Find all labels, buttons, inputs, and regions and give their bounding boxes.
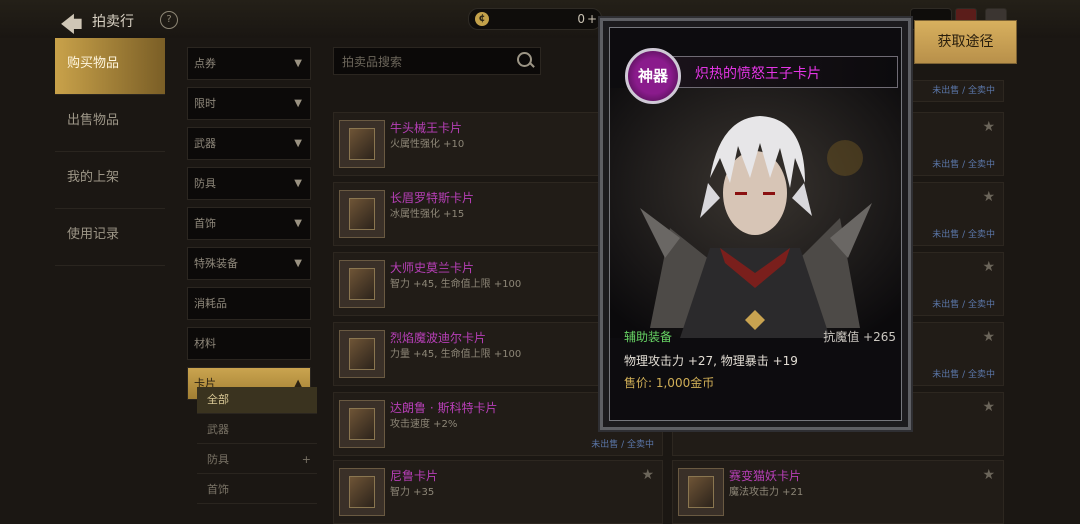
item-desc: 智力 +35 (390, 487, 435, 498)
card-thumbnail (339, 468, 385, 516)
add-gold-icon[interactable]: + (587, 9, 597, 29)
item-name: 烈焰魔波迪尔卡片 (390, 331, 487, 345)
filter-weapon[interactable]: 武器 ▼ (187, 127, 311, 160)
card-thumbnail (678, 468, 724, 516)
item-status: 未出售 / 全卖中 (932, 160, 995, 170)
subfilter-all[interactable]: 全部 (197, 387, 317, 414)
item-name: 赛变猫妖卡片 (729, 469, 802, 483)
card-stats: 物理攻击力 +27, 物理暴击 +19 (624, 354, 798, 368)
filter-armor[interactable]: 防具 ▼ (187, 167, 311, 200)
card-category: 辅助装备 (624, 330, 673, 344)
list-item[interactable]: 尼鲁卡片 智力 +35 ★ (333, 460, 663, 524)
filter-label: 材料 (194, 337, 216, 350)
gold-coin-icon: ¢ (475, 12, 489, 26)
item-status: 未出售 / 全卖中 (932, 230, 995, 240)
category-filters: 点券 ▼ 限时 ▼ 武器 ▼ 防具 ▼ 首饰 ▼ 特殊装备 ▼ 消耗品 材料 卡片 ▲ (187, 47, 311, 407)
auction-house-screen: 🡄 拍卖行 ? ¢ 0 + 购买物品 出售物品 我的上架 使用记录 点券 ▼ 限时… (0, 0, 1080, 524)
item-desc: 火属性强化 +10 (390, 139, 465, 150)
filter-label: 特殊装备 (194, 257, 238, 270)
subfilter-label: 防具 (207, 453, 229, 466)
chevron-down-icon: ▼ (294, 178, 302, 189)
star-icon[interactable]: ★ (641, 467, 654, 483)
star-icon[interactable]: ★ (982, 467, 995, 483)
filter-consumable[interactable]: 消耗品 (187, 287, 311, 320)
item-status: 未出售 / 全卖中 (932, 370, 995, 380)
item-name: 大师史莫兰卡片 (390, 261, 475, 275)
list-item[interactable]: 赛变猫妖卡片 魔法攻击力 +21 ★ (672, 460, 1004, 524)
subfilter-weapon[interactable]: 武器 (197, 417, 317, 444)
nav-my-listings[interactable]: 我的上架 (55, 152, 165, 209)
filter-label: 防具 (194, 177, 216, 190)
card-thumbnail (339, 400, 385, 448)
nav-sell-items[interactable]: 出售物品 (55, 95, 165, 152)
card-artwork (610, 88, 901, 338)
star-icon[interactable]: ★ (982, 189, 995, 205)
star-icon[interactable]: ★ (982, 119, 995, 135)
help-icon[interactable]: ? (160, 11, 178, 29)
item-desc: 攻击速度 +2% (390, 419, 458, 430)
card-resist: 抗魔值 +265 (823, 330, 896, 344)
gold-currency: ¢ 0 + (468, 8, 602, 30)
card-name: 炽热的愤怒王子卡片 (695, 66, 821, 82)
search-icon[interactable] (517, 52, 532, 67)
card-name-banner: 炽热的愤怒王子卡片 (668, 56, 898, 88)
item-name: 长眉罗特斯卡片 (390, 191, 475, 205)
search-box[interactable]: 拍卖品搜索 (333, 47, 541, 75)
filter-label: 点券 (194, 57, 216, 70)
card-detail-popup: 辅助装备 抗魔值 +265 物理攻击力 +27, 物理暴击 +19 售价: 1,… (600, 18, 911, 430)
card-thumbnail (339, 190, 385, 238)
card-thumbnail (339, 120, 385, 168)
chevron-down-icon: ▼ (294, 98, 302, 109)
chevron-down-icon: ▼ (294, 218, 302, 229)
nav-buy-items[interactable]: 购买物品 (55, 38, 165, 95)
item-status: 未出售 / 全卖中 (591, 440, 654, 450)
chevron-down-icon: ▼ (294, 258, 302, 269)
rarity-badge: 神器 (625, 48, 681, 104)
card-thumbnail (339, 330, 385, 378)
filter-material[interactable]: 材料 (187, 327, 311, 360)
filter-label: 首饰 (194, 217, 216, 230)
star-icon[interactable]: ★ (982, 399, 995, 415)
filter-accessory[interactable]: 首饰 ▼ (187, 207, 311, 240)
filter-label: 消耗品 (194, 297, 227, 310)
item-desc: 魔法攻击力 +21 (729, 487, 804, 498)
plus-icon: + (301, 453, 311, 466)
gold-amount: 0 (577, 12, 585, 26)
page-title: 拍卖行 (92, 14, 134, 30)
item-name: 尼鲁卡片 (390, 469, 439, 483)
item-desc: 冰属性强化 +15 (390, 209, 465, 220)
subfilter-armor[interactable]: 防具 + (197, 447, 317, 474)
left-nav: 购买物品 出售物品 我的上架 使用记录 (55, 38, 165, 266)
filter-label: 限时 (194, 97, 216, 110)
card-frame: 辅助装备 抗魔值 +265 物理攻击力 +27, 物理暴击 +19 售价: 1,… (609, 27, 902, 421)
subfilter-accessory[interactable]: 首饰 (197, 477, 317, 504)
filter-special-equip[interactable]: 特殊装备 ▼ (187, 247, 311, 280)
chevron-down-icon: ▼ (294, 58, 302, 69)
filter-limited[interactable]: 限时 ▼ (187, 87, 311, 120)
get-source-button[interactable]: 获取途径 (914, 20, 1017, 64)
item-desc: 智力 +45, 生命值上限 +100 (390, 279, 522, 290)
item-name: 牛头械王卡片 (390, 121, 463, 135)
star-icon[interactable]: ★ (982, 259, 995, 275)
item-name: 达朗鲁 · 斯科特卡片 (390, 401, 498, 415)
card-price: 售价: 1,000金币 (624, 376, 715, 390)
chevron-down-icon: ▼ (294, 138, 302, 149)
item-status: 未出售 / 全卖中 (932, 86, 995, 96)
filter-coupon[interactable]: 点券 ▼ (187, 47, 311, 80)
item-desc: 力量 +45, 生命值上限 +100 (390, 349, 522, 360)
card-thumbnail (339, 260, 385, 308)
item-status: 未出售 / 全卖中 (932, 300, 995, 310)
star-icon[interactable]: ★ (982, 329, 995, 345)
filter-label: 武器 (194, 137, 216, 150)
search-input[interactable]: 拍卖品搜索 (342, 53, 402, 70)
nav-usage-history[interactable]: 使用记录 (55, 209, 165, 266)
